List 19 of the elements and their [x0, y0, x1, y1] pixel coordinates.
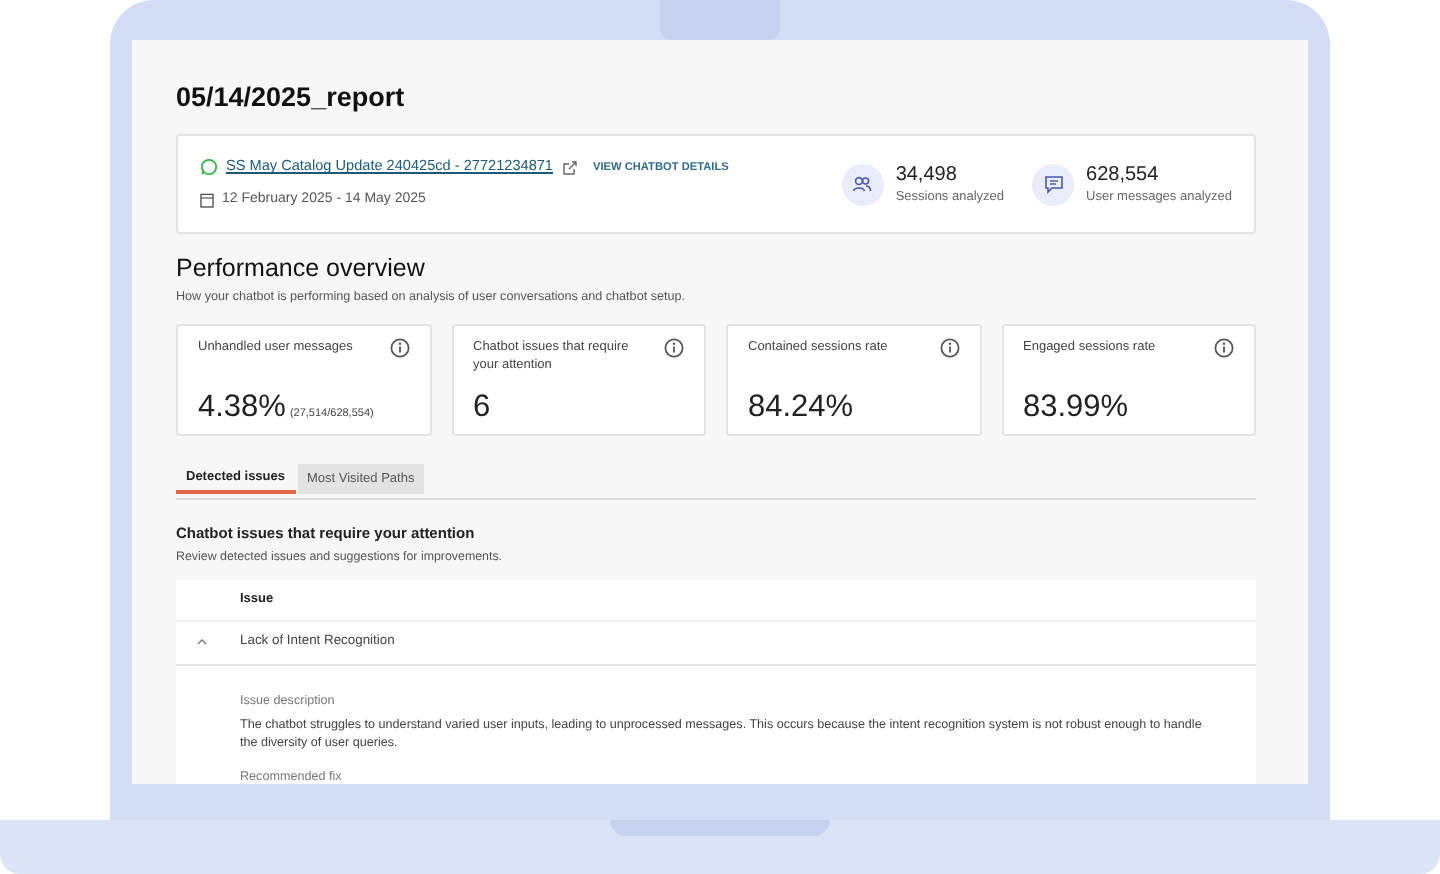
- laptop-camera-notch: [660, 0, 780, 40]
- external-link-icon[interactable]: [561, 159, 577, 176]
- section-title: Performance overview: [176, 252, 427, 284]
- info-icon[interactable]: [939, 338, 959, 359]
- stat-value: 34,498: [895, 161, 959, 188]
- calendar-icon: [200, 192, 214, 209]
- info-icon[interactable]: [664, 338, 684, 359]
- metric-value: 6: [473, 388, 491, 429]
- metric-value: 84.24%: [748, 388, 854, 429]
- info-icon[interactable]: [389, 338, 409, 359]
- users-icon: [852, 174, 873, 194]
- metric-value: 83.99%: [1023, 388, 1129, 429]
- chevron-up-icon[interactable]: [196, 638, 208, 647]
- stat-value: 628,554: [1086, 161, 1161, 188]
- chat-bubble-icon: [200, 158, 218, 177]
- info-icon[interactable]: [1214, 338, 1234, 359]
- report-title: 05/14/2025_report: [176, 80, 407, 116]
- message-icon: [1043, 174, 1064, 194]
- metric-value: 4.38%: [198, 388, 286, 429]
